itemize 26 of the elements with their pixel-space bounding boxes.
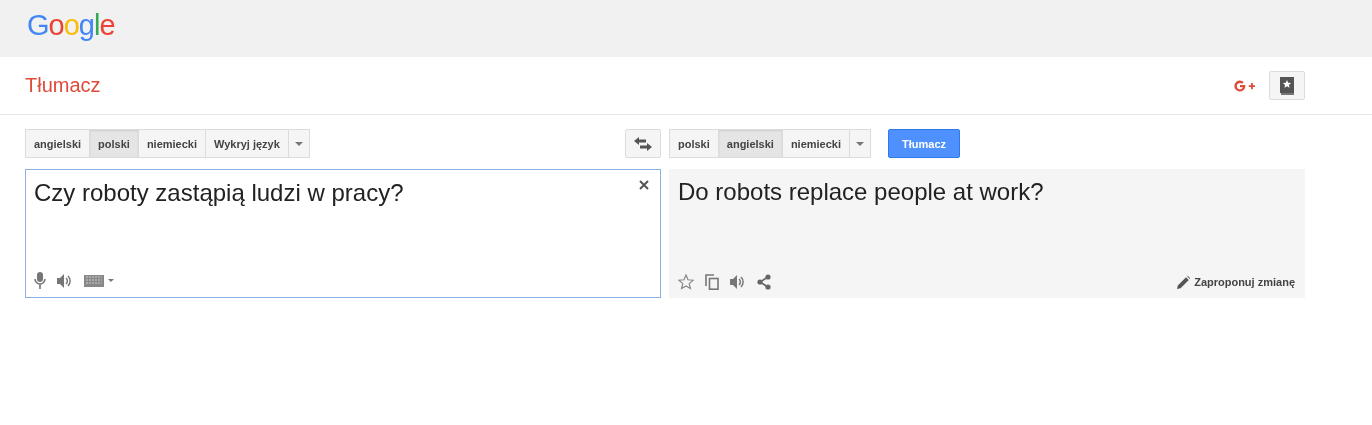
keyboard-icon[interactable]	[84, 274, 114, 287]
pencil-icon	[1177, 275, 1191, 289]
microphone-icon[interactable]	[34, 272, 46, 289]
google-plus-icon[interactable]	[1233, 78, 1257, 93]
phrasebook-button[interactable]	[1269, 71, 1305, 100]
language-tab[interactable]: angielski	[717, 129, 783, 158]
language-tab[interactable]: Wykryj język	[205, 129, 289, 158]
speaker-icon[interactable]	[730, 275, 746, 289]
speaker-icon[interactable]	[57, 273, 73, 288]
language-tab[interactable]: angielski	[25, 129, 91, 158]
app-title: Tłumacz	[25, 74, 101, 97]
caret-icon	[856, 141, 864, 146]
suggest-edit-link[interactable]: Zaproponuj zmianę	[1177, 275, 1295, 289]
language-tab[interactable]: polski	[669, 129, 719, 158]
language-tab[interactable]: niemiecki	[137, 129, 206, 158]
swap-arrows-icon	[634, 136, 652, 151]
translation-text: Do robots replace people at work?	[678, 177, 1045, 207]
language-tab[interactable]: niemiecki	[781, 129, 850, 158]
close-icon[interactable]	[639, 180, 649, 190]
language-tab[interactable]: polski	[89, 129, 139, 158]
source-text-field[interactable]: Czy roboty zastąpią ludzi w pracy?	[25, 169, 661, 298]
star-icon[interactable]	[678, 274, 694, 290]
caret-icon	[294, 141, 303, 146]
swap-languages-button[interactable]	[625, 129, 661, 158]
share-icon[interactable]	[757, 274, 771, 290]
copy-icon[interactable]	[705, 274, 719, 290]
